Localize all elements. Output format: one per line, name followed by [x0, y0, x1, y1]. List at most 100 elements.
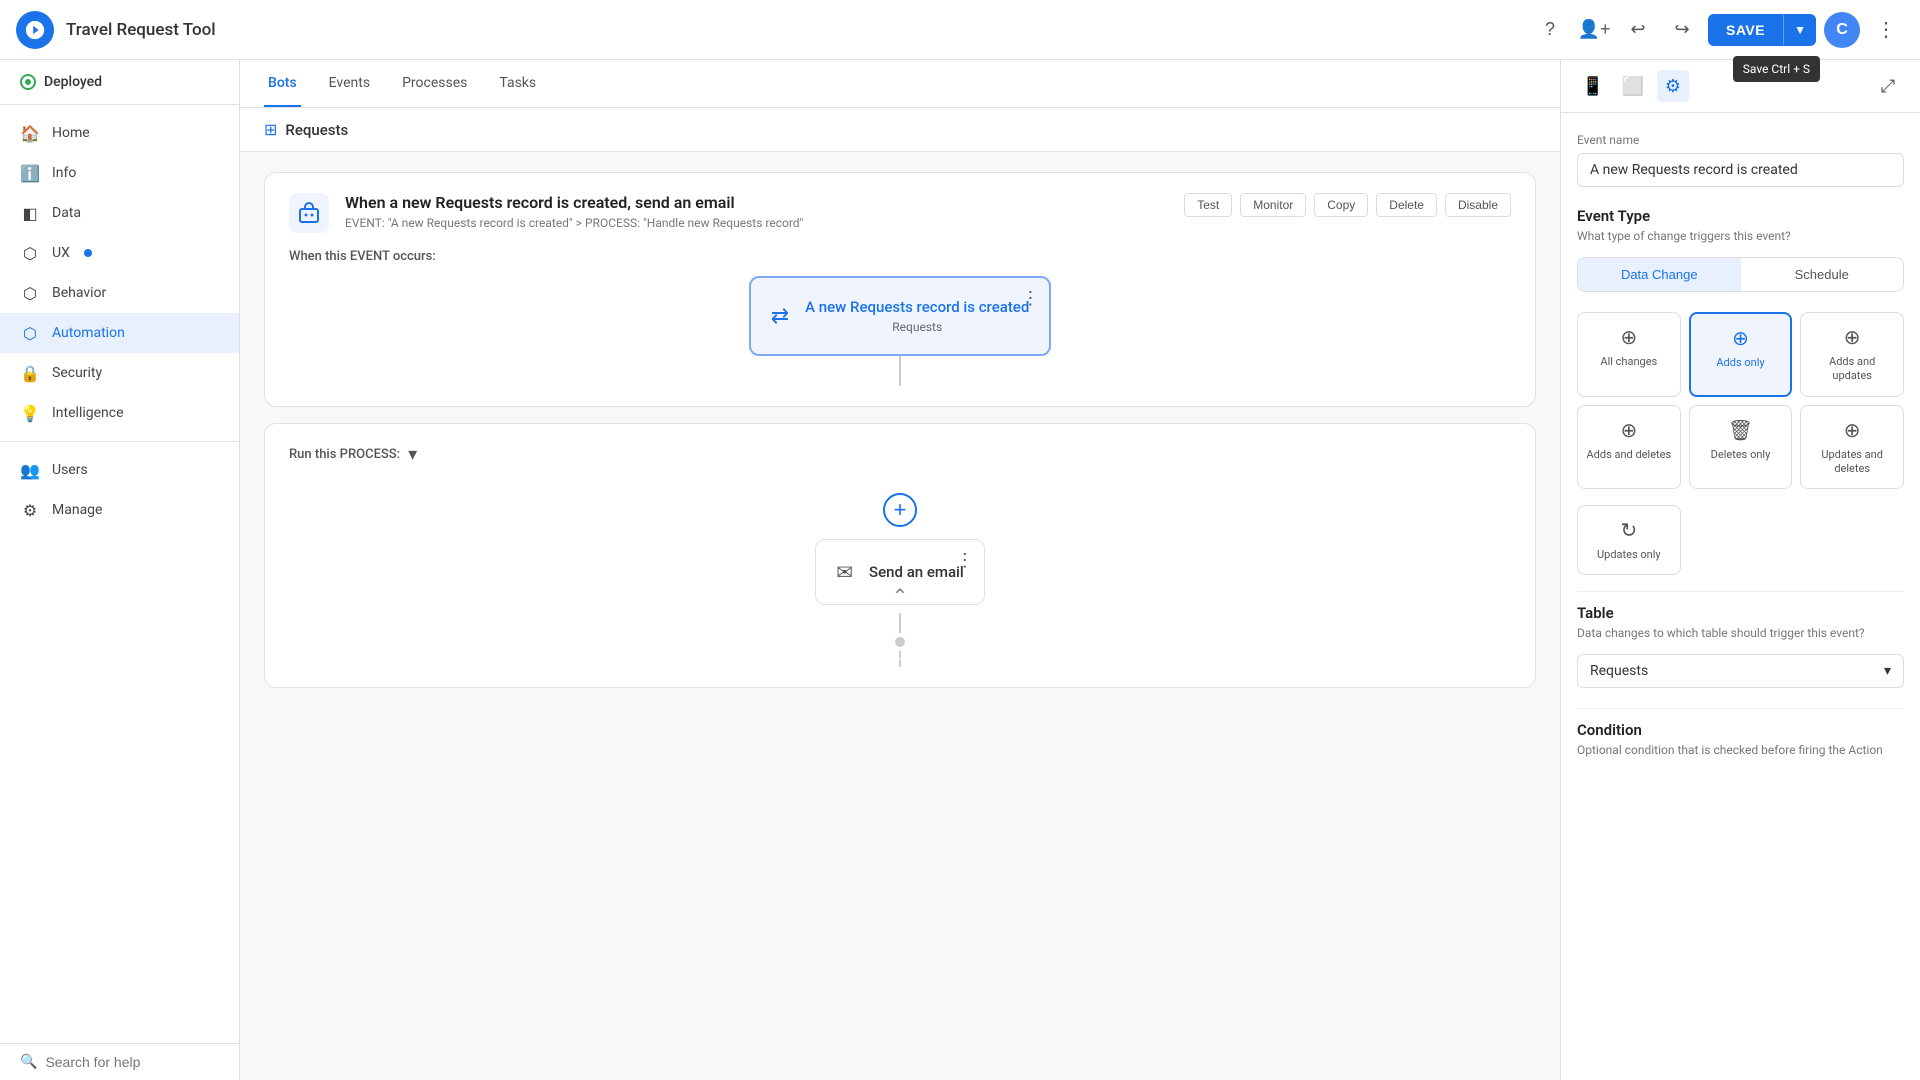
- disable-button[interactable]: Disable: [1445, 193, 1511, 217]
- deployed-status: Deployed: [0, 60, 239, 105]
- save-button-group: SAVE ▼: [1708, 14, 1816, 46]
- adds-deletes-label: Adds and deletes: [1587, 448, 1672, 462]
- sidebar-item-label-intelligence: Intelligence: [52, 405, 124, 421]
- tab-tasks[interactable]: Tasks: [495, 61, 540, 107]
- end-line-1: [899, 613, 901, 633]
- main-layout: Deployed 🏠 Home ℹ️ Info ◧ Data ⬡ UX ⬡: [0, 60, 1920, 1080]
- table-dropdown[interactable]: Requests ▾: [1577, 654, 1904, 688]
- event-option-all-changes[interactable]: ⊕ All changes: [1577, 312, 1681, 397]
- panel-divider-1: [1577, 591, 1904, 592]
- table-value: Requests: [1590, 663, 1648, 679]
- deletes-only-label: Deletes only: [1711, 448, 1771, 462]
- sidebar-item-intelligence[interactable]: 💡 Intelligence: [0, 393, 239, 433]
- updates-only-icon: ↻: [1620, 518, 1637, 542]
- more-options-button[interactable]: ⋮: [1868, 12, 1904, 48]
- event-option-adds-only[interactable]: ⊕ Adds only: [1689, 312, 1793, 397]
- sidebar-item-data[interactable]: ◧ Data: [0, 193, 239, 233]
- sidebar-item-automation[interactable]: ⬡ Automation: [0, 313, 239, 353]
- event-type-tab-schedule[interactable]: Schedule: [1741, 258, 1904, 291]
- split-view-icon[interactable]: ⬜: [1617, 70, 1649, 102]
- email-action-card[interactable]: ⋮ ✉ Send an email ⌃: [815, 539, 984, 605]
- avatar-button[interactable]: C: [1824, 12, 1860, 48]
- save-button[interactable]: SAVE: [1708, 14, 1783, 46]
- delete-button[interactable]: Delete: [1376, 193, 1437, 217]
- redo-icon[interactable]: ↪: [1664, 12, 1700, 48]
- sidebar-item-home[interactable]: 🏠 Home: [0, 113, 239, 153]
- event-option-adds-deletes[interactable]: ⊕ Adds and deletes: [1577, 405, 1681, 490]
- sidebar-item-manage[interactable]: ⚙ Manage: [0, 490, 239, 530]
- event-type-group: Event Type What type of change triggers …: [1577, 207, 1904, 292]
- automation-icon: ⬡: [20, 323, 40, 343]
- event-option-updates-deletes[interactable]: ⊕ Updates and deletes: [1800, 405, 1904, 490]
- tab-events[interactable]: Events: [325, 61, 374, 107]
- bot-header: When a new Requests record is created, s…: [289, 193, 1511, 233]
- email-card-menu[interactable]: ⋮: [956, 550, 974, 571]
- trigger-card-menu[interactable]: ⋮: [1021, 288, 1039, 309]
- search-help[interactable]: 🔍: [0, 1043, 239, 1080]
- save-dropdown-button[interactable]: ▼: [1783, 15, 1816, 45]
- email-action-label: Send an email: [869, 563, 964, 581]
- content-tabs: Bots Events Processes Tasks: [240, 60, 1560, 108]
- panel-content: Event name A new Requests record is crea…: [1561, 113, 1920, 1080]
- event-option-adds-updates[interactable]: ⊕ Adds and updates: [1800, 312, 1904, 397]
- tab-processes[interactable]: Processes: [398, 61, 471, 107]
- all-changes-icon: ⊕: [1620, 325, 1637, 349]
- settings-icon[interactable]: ⚙: [1657, 70, 1689, 102]
- behavior-icon: ⬡: [20, 283, 40, 303]
- sidebar-item-label-behavior: Behavior: [52, 285, 106, 301]
- undo-icon[interactable]: ↩: [1620, 12, 1656, 48]
- test-button[interactable]: Test: [1184, 193, 1232, 217]
- event-single-row: ↻ Updates only: [1577, 505, 1904, 575]
- condition-group: Condition Optional condition that is che…: [1577, 721, 1904, 757]
- event-option-deletes-only[interactable]: 🗑 Deletes only: [1689, 405, 1793, 490]
- updates-deletes-icon: ⊕: [1844, 418, 1861, 442]
- trigger-text: A new Requests record is created: [805, 298, 1029, 316]
- end-dot-1: [895, 637, 905, 647]
- adds-updates-label: Adds and updates: [1809, 355, 1895, 384]
- process-label: Run this PROCESS:: [289, 447, 400, 462]
- sidebar-item-users[interactable]: 👥 Users: [0, 450, 239, 490]
- process-header: Run this PROCESS: ▾: [289, 444, 1511, 465]
- end-dots: [289, 613, 1511, 667]
- add-step-button[interactable]: +: [883, 493, 917, 527]
- event-option-updates-only[interactable]: ↻ Updates only: [1577, 505, 1681, 575]
- sidebar-item-ux[interactable]: ⬡ UX: [0, 233, 239, 273]
- topbar: Travel Request Tool ? 👤+ ↩ ↪ SAVE ▼ C ⋮ …: [0, 0, 1920, 60]
- mobile-view-icon[interactable]: 📱: [1577, 70, 1609, 102]
- add-step-area: +: [289, 481, 1511, 539]
- sidebar-item-label-ux: UX: [52, 245, 70, 261]
- panel-divider-2: [1577, 708, 1904, 709]
- tab-bots[interactable]: Bots: [264, 61, 301, 107]
- help-icon[interactable]: ?: [1532, 12, 1568, 48]
- event-type-title: Event Type: [1577, 207, 1904, 225]
- sidebar-item-label-security: Security: [52, 365, 102, 381]
- sidebar-item-behavior[interactable]: ⬡ Behavior: [0, 273, 239, 313]
- copy-button[interactable]: Copy: [1314, 193, 1368, 217]
- monitor-button[interactable]: Monitor: [1240, 193, 1306, 217]
- process-dropdown-button[interactable]: ▾: [408, 444, 417, 465]
- table-title: Table: [1577, 604, 1904, 622]
- adds-only-icon: ⊕: [1732, 326, 1749, 350]
- sidebar: Deployed 🏠 Home ℹ️ Info ◧ Data ⬡ UX ⬡: [0, 60, 240, 1080]
- manage-icon: ⚙: [20, 500, 40, 520]
- search-help-icon: 🔍: [20, 1054, 37, 1070]
- topbar-actions: ? 👤+ ↩ ↪ SAVE ▼ C ⋮: [1532, 12, 1904, 48]
- when-event-label: When this EVENT occurs:: [289, 249, 1511, 264]
- add-user-icon[interactable]: 👤+: [1576, 12, 1612, 48]
- breadcrumb-row: ⊞ Requests: [240, 108, 1560, 152]
- sidebar-item-security[interactable]: 🔒 Security: [0, 353, 239, 393]
- search-input[interactable]: [45, 1054, 219, 1070]
- save-tooltip: Save Ctrl + S: [1733, 56, 1820, 82]
- adds-deletes-icon: ⊕: [1620, 418, 1637, 442]
- process-section: Run this PROCESS: ▾ + ⋮ ✉ Send an email …: [264, 423, 1536, 688]
- app-logo: [16, 11, 54, 49]
- event-type-tab-data-change[interactable]: Data Change: [1578, 258, 1741, 291]
- event-name-value[interactable]: A new Requests record is created: [1577, 153, 1904, 187]
- expand-icon[interactable]: ⤢: [1872, 70, 1904, 102]
- end-dashed-line: [899, 651, 901, 667]
- data-icon: ◧: [20, 203, 40, 223]
- connector-line-1: [289, 356, 1511, 386]
- event-trigger-card[interactable]: ⋮ ⇄ A new Requests record is created Req…: [749, 276, 1052, 356]
- sidebar-item-info[interactable]: ℹ️ Info: [0, 153, 239, 193]
- sidebar-divider: [0, 441, 239, 442]
